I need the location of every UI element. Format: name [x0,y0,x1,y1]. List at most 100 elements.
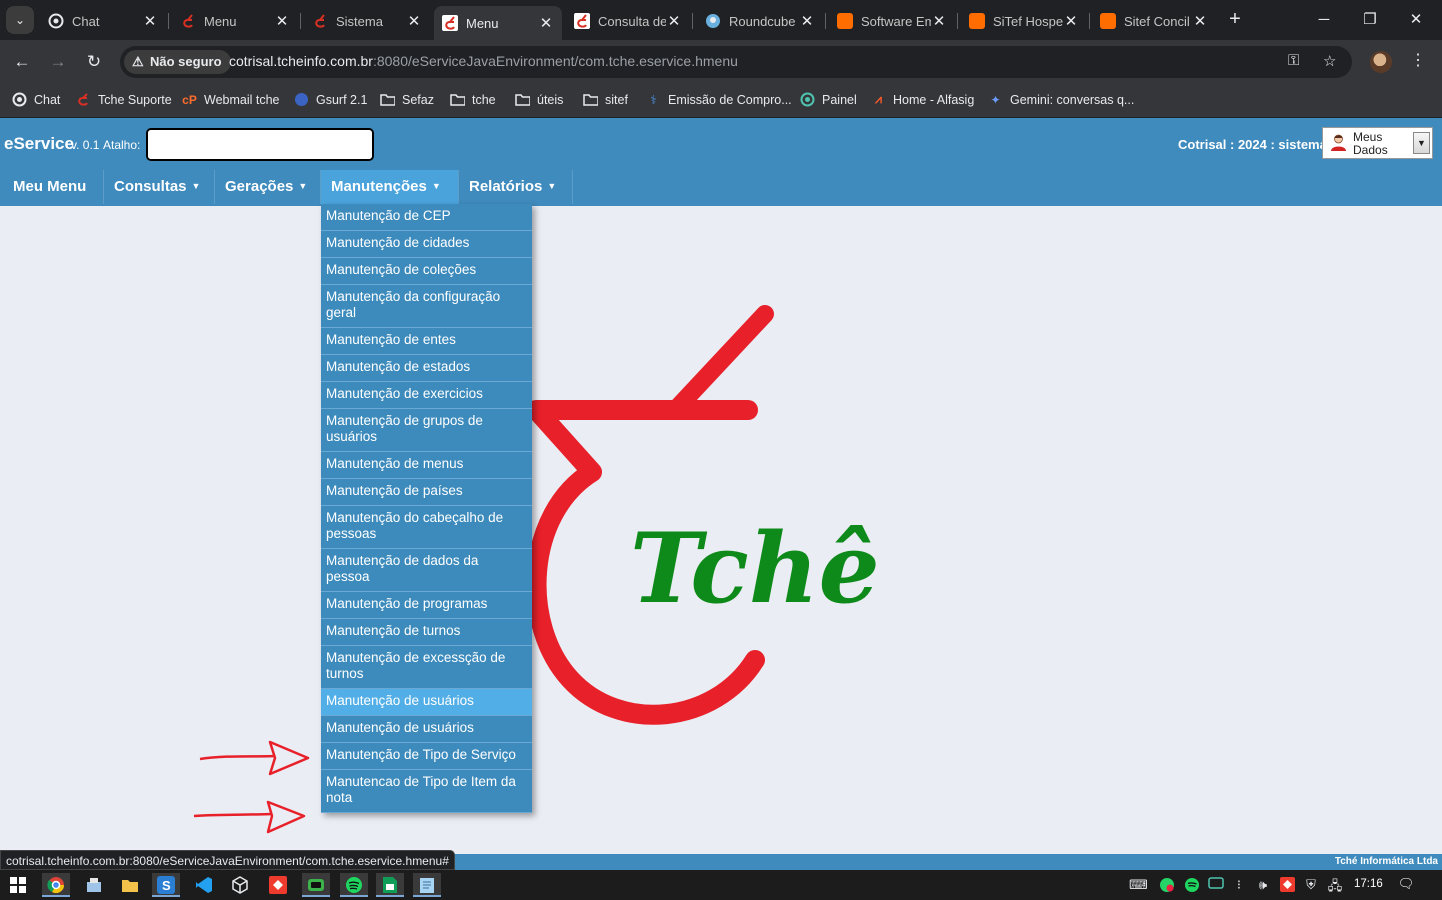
minimize-button[interactable]: ─ [1312,8,1336,32]
dropdown-item[interactable]: Manutenção de CEP [321,204,532,231]
dropdown-item[interactable]: Manutenção de turnos [321,619,532,646]
clock[interactable]: 17:16 [1354,878,1383,890]
bookmark-chat[interactable]: Chat [12,92,60,107]
back-button[interactable]: ← [10,50,34,74]
dropdown-item[interactable]: Manutencao de Tipo de Item da nota [321,770,532,813]
sheets-icon[interactable] [376,873,404,897]
whatsapp-icon[interactable] [1158,877,1176,896]
annotation-arrow-icon [199,740,310,776]
s-app-icon[interactable]: S [152,873,180,897]
alfasig-icon: ⩘ [875,92,882,106]
meus-dados-select[interactable]: Meus Dados ▼ [1322,127,1433,159]
close-icon[interactable]: ✕ [1063,12,1079,30]
password-key-icon[interactable]: ⚿ [1288,52,1299,69]
notepad-icon[interactable] [413,873,441,897]
folder-icon [515,92,530,107]
bookmark-webmail[interactable]: cP Webmail tche [182,92,279,107]
tab-chat[interactable]: Chat ✕ [40,6,166,36]
tab-sitef-concil[interactable]: Sitef Concil ✕ [1092,6,1216,36]
dropdown-item[interactable]: Manutenção de entes [321,328,532,355]
dropdown-item[interactable]: Manutenção de países [321,479,532,506]
dropdown-item[interactable]: Manutenção de dados da pessoa [321,549,532,592]
spotify-icon[interactable] [340,873,368,897]
bookmark-folder-sitef[interactable]: sitef [583,92,628,107]
volume-icon[interactable]: 🕪 [1254,877,1272,893]
bookmark-emissao[interactable]: ⚕ Emissão de Compro... [646,92,791,107]
keyboard-icon[interactable]: ⌨ [1129,877,1148,893]
restore-button[interactable]: ❐ [1358,8,1382,32]
tab-search-button[interactable]: ⌄ [6,6,34,34]
menu-consultas[interactable]: Consultas ▼ [104,170,215,204]
windows-start-icon[interactable] [4,873,32,897]
bookmark-folder-uteis[interactable]: úteis [515,92,563,107]
vscode-icon[interactable] [190,873,218,897]
menu-meu-menu[interactable]: Meu Menu [0,170,104,204]
dropdown-item[interactable]: Manutenção de cidades [321,231,532,258]
dropdown-item[interactable]: Manutenção de coleções [321,258,532,285]
dropdown-item[interactable]: Manutenção de estados [321,355,532,382]
notification-icon[interactable]: 🗨 [1397,876,1415,894]
anydesk-icon[interactable] [1278,877,1296,895]
user-info: Cotrisal : 2024 : sistema [1178,137,1327,152]
dropdown-arrow-icon[interactable]: ▼ [1413,132,1430,154]
tab-menu[interactable]: Menu ✕ [172,6,298,36]
profile-avatar[interactable] [1370,51,1392,73]
network-icon[interactable]: 🖧 [1326,877,1344,899]
close-icon[interactable]: ✕ [666,12,682,30]
spotify-icon[interactable] [1183,877,1201,896]
close-icon[interactable]: ✕ [538,14,554,32]
dropdown-item[interactable]: Manutenção do cabeçalho de pessoas [321,506,532,549]
dropdown-item[interactable]: Manutenção de usuários [321,716,532,743]
bookmark-gemini[interactable]: ✦ Gemini: conversas q... [988,92,1134,107]
new-tab-button[interactable]: + [1224,8,1246,30]
toolbox-icon[interactable] [80,873,108,897]
bookmark-star-icon[interactable]: ☆ [1323,52,1336,70]
cube-app-icon[interactable] [226,873,254,897]
tab-software[interactable]: Software Em ✕ [829,6,955,36]
dropdown-item[interactable]: Manutenção de grupos de usuários [321,409,532,452]
tab-sitef-hosped[interactable]: SiTef Hosped ✕ [961,6,1087,36]
url-text[interactable]: cotrisal.tcheinfo.com.br:8080/eServiceJa… [229,53,738,69]
bookmarks-bar: Chat Tche Suporte cP Webmail tche Gsurf 2… [0,84,1442,118]
dropdown-item[interactable]: Manutenção de exercicios [321,382,532,409]
tab-sistema[interactable]: Sistema ✕ [304,6,430,36]
close-icon[interactable]: ✕ [406,12,422,30]
file-explorer-icon[interactable] [116,873,144,897]
close-icon[interactable]: ✕ [274,12,290,30]
tab-consulta[interactable]: Consulta de ✕ [566,6,690,36]
forward-button[interactable]: → [46,50,70,74]
bookmark-alfasig[interactable]: ⩘ Home - Alfasig [871,92,974,107]
close-icon[interactable]: ✕ [931,12,947,30]
security-icon[interactable]: ⛨ [1302,877,1320,893]
dropdown-item[interactable]: Manutenção da configuração geral [321,285,532,328]
reload-button[interactable]: ↻ [82,50,106,74]
menu-relatorios[interactable]: Relatórios ▼ [459,170,573,204]
close-window-button[interactable]: ✕ [1404,8,1428,32]
menu-geracoes[interactable]: Gerações ▼ [215,170,321,204]
bookmark-painel[interactable]: Painel [800,92,857,107]
dropdown-item[interactable]: Manutenção de Tipo de Serviço [321,743,532,770]
close-icon[interactable]: ✕ [799,12,815,30]
dropdown-item[interactable]: Manutenção de menus [321,452,532,479]
dropdown-item[interactable]: Manutenção de programas [321,592,532,619]
security-chip[interactable]: ⚠ Não seguro [124,50,231,74]
tab-roundcube[interactable]: Roundcube ✕ [697,6,823,36]
tab-menu-active[interactable]: Menu ✕ [434,6,562,40]
dropdown-item[interactable]: Manutenção de usuários [321,689,532,716]
green-app-icon[interactable] [302,873,330,897]
dropdown-item[interactable]: Manutenção de excessção de turnos [321,646,532,689]
display-icon[interactable] [1207,877,1225,894]
chrome-icon[interactable] [42,873,70,897]
close-icon[interactable]: ✕ [1192,12,1208,30]
address-bar[interactable]: ⚠ Não seguro cotrisal.tcheinfo.com.br:80… [120,46,1352,78]
menu-manutencoes[interactable]: Manutenções ▼ [321,170,459,204]
atalho-input[interactable] [146,128,374,161]
close-icon[interactable]: ✕ [142,12,158,30]
more-menu-icon[interactable]: ⋮ [1410,50,1426,70]
ime-icon[interactable]: ⁝ [1230,877,1248,893]
anydesk-icon[interactable] [264,873,292,897]
bookmark-gsurf[interactable]: Gsurf 2.1 [294,92,367,107]
bookmark-folder-tche[interactable]: tche [450,92,496,107]
bookmark-folder-sefaz[interactable]: Sefaz [380,92,434,107]
bookmark-tche-suporte[interactable]: Tche Suporte [76,92,172,107]
